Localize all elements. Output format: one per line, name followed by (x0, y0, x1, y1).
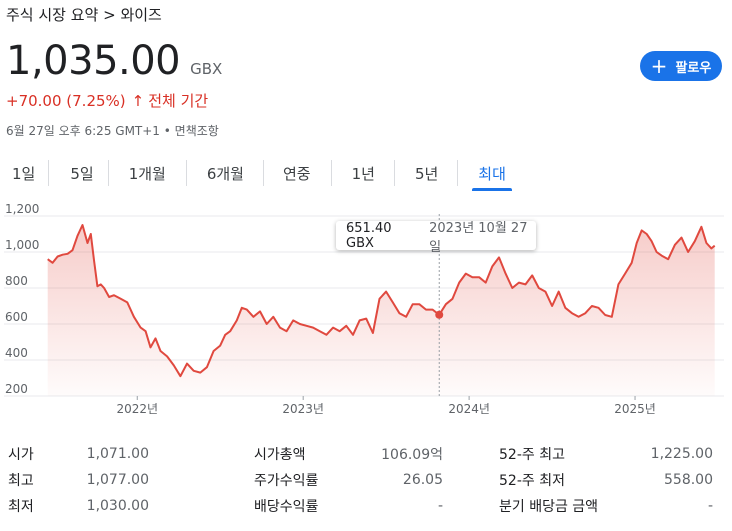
tab-1m[interactable]: 1개월 (129, 158, 166, 188)
stat-value: 558.00 (664, 472, 713, 488)
y-tick-label: 400 (5, 346, 28, 360)
plus-icon: + (650, 54, 668, 78)
x-tick-label: 2023년 (282, 402, 324, 416)
follow-label: 팔로우 (675, 60, 712, 76)
change-period: 전체 기간 (148, 92, 209, 110)
price-area (47, 225, 715, 396)
range-tabs: 1일 5일 1개월 6개월 연중 1년 5년 최대 (0, 158, 512, 191)
tab-divider (185, 160, 187, 186)
tab-5y[interactable]: 5년 (415, 158, 438, 188)
hover-point (435, 310, 444, 319)
x-tick-label: 2022년 (116, 402, 158, 416)
y-tick-label: 1,200 (5, 202, 39, 216)
stat-value: - (707, 498, 713, 514)
stat-value: 1,225.00 (650, 446, 713, 462)
change-value: +70.00 (7.25%) (6, 91, 126, 110)
stock-price: 1,035.00 (6, 38, 181, 84)
tooltip-date: 2023년 10월 27일 (429, 220, 528, 255)
price-change: +70.00 (7.25%) ↑ 전체 기간 (6, 90, 208, 111)
stat-label: 52-주 최고 (499, 447, 565, 463)
stat-label: 분기 배당금 금액 (499, 499, 599, 515)
breadcrumb[interactable]: 주식 시장 요약 > 와이즈 (6, 4, 162, 25)
tab-1d[interactable]: 1일 (12, 158, 35, 188)
tab-6m[interactable]: 6개월 (207, 158, 244, 188)
tab-divider (48, 160, 50, 186)
y-tick-label: 800 (5, 274, 28, 288)
follow-button[interactable]: + 팔로우 (640, 51, 722, 81)
tab-1y[interactable]: 1년 (352, 158, 375, 188)
tab-max[interactable]: 최대 (472, 158, 512, 191)
quote-meta: 6월 27일 오후 6:25 GMT+1 • 면책조항 (6, 124, 219, 138)
arrow-up-icon: ↑ (131, 91, 145, 110)
stat-row: 분기 배당금 금액 - (0, 494, 732, 518)
tab-divider (107, 160, 109, 186)
y-tick-label: 1,000 (5, 238, 39, 252)
x-tick-label: 2025년 (614, 402, 656, 416)
tooltip-value: 651.40 GBX (346, 220, 392, 251)
tab-divider (263, 160, 264, 186)
x-tick-label: 2024년 (448, 402, 490, 416)
stat-row: 52-주 최저 558.00 (0, 468, 732, 492)
tab-divider (457, 160, 459, 186)
stat-row: 52-주 최고 1,225.00 (0, 442, 732, 466)
price-row: 1,035.00 GBX (6, 38, 222, 84)
currency-label: GBX (190, 60, 223, 78)
y-tick-label: 200 (5, 382, 28, 396)
tab-5d[interactable]: 5일 (70, 158, 93, 188)
chart-tooltip: 651.40 GBX 2023년 10월 27일 (336, 220, 536, 255)
stat-label: 52-주 최저 (499, 473, 565, 489)
tab-divider (330, 160, 332, 186)
tab-ytd[interactable]: 연중 (283, 158, 311, 188)
tab-divider (393, 160, 395, 186)
y-tick-label: 600 (5, 310, 28, 324)
